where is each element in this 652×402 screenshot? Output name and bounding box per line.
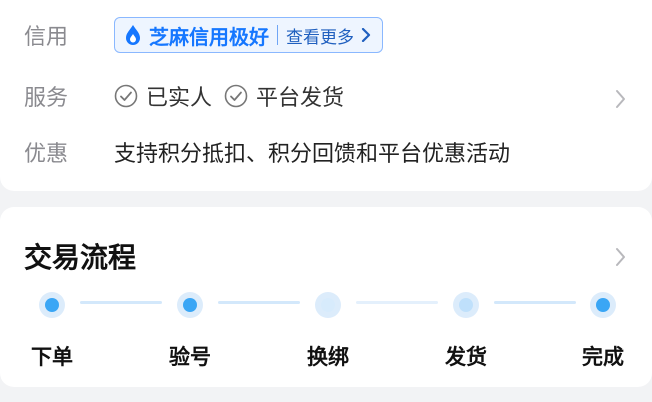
credit-badge[interactable]: 芝麻信用极好 查看更多 [114,17,383,53]
service-item-label: 已实人 [146,86,213,111]
step-label-complete: 完成 [582,345,624,369]
discount-label: 优惠 [24,142,69,167]
credit-level-text: 芝麻信用极好 [149,24,269,49]
service-label: 服务 [24,86,69,111]
process-steps [0,288,652,328]
service-item-platform-shipping: 平台发货 [224,80,344,112]
chevron-right-icon[interactable] [614,89,626,109]
step-dot-verify [177,292,203,318]
step-label-verify: 验号 [169,345,211,369]
step-connector [494,301,576,304]
discount-text: 支持积分抵扣、积分回馈和平台优惠活动 [114,142,511,167]
step-connector [80,301,162,304]
service-row[interactable]: 服务 已实人 平台发货 [24,78,628,114]
service-item-label: 平台发货 [256,86,345,111]
process-title: 交易流程 [24,241,137,274]
step-dot-order [39,292,65,318]
step-dot-rebind [315,292,341,318]
chevron-right-icon [361,28,371,42]
credit-label: 信用 [24,25,69,50]
service-item-verified: 已实人 [114,80,212,112]
discount-row: 优惠 支持积分抵扣、积分回馈和平台优惠活动 [24,134,628,170]
step-label-order: 下单 [31,345,73,369]
step-dot-ship [453,292,479,318]
credit-row: 信用 芝麻信用极好 查看更多 [24,17,628,53]
step-connector [218,301,300,304]
flame-icon [126,25,140,45]
chevron-right-icon[interactable] [614,247,626,267]
step-label-ship: 发货 [445,345,487,369]
step-label-rebind: 换绑 [307,345,349,369]
step-connector [356,301,438,304]
view-more-link[interactable]: 查看更多 [286,23,354,48]
step-dot-complete [590,292,616,318]
check-circle-icon [114,84,138,108]
check-circle-icon [224,84,248,108]
badge-divider [277,25,278,45]
